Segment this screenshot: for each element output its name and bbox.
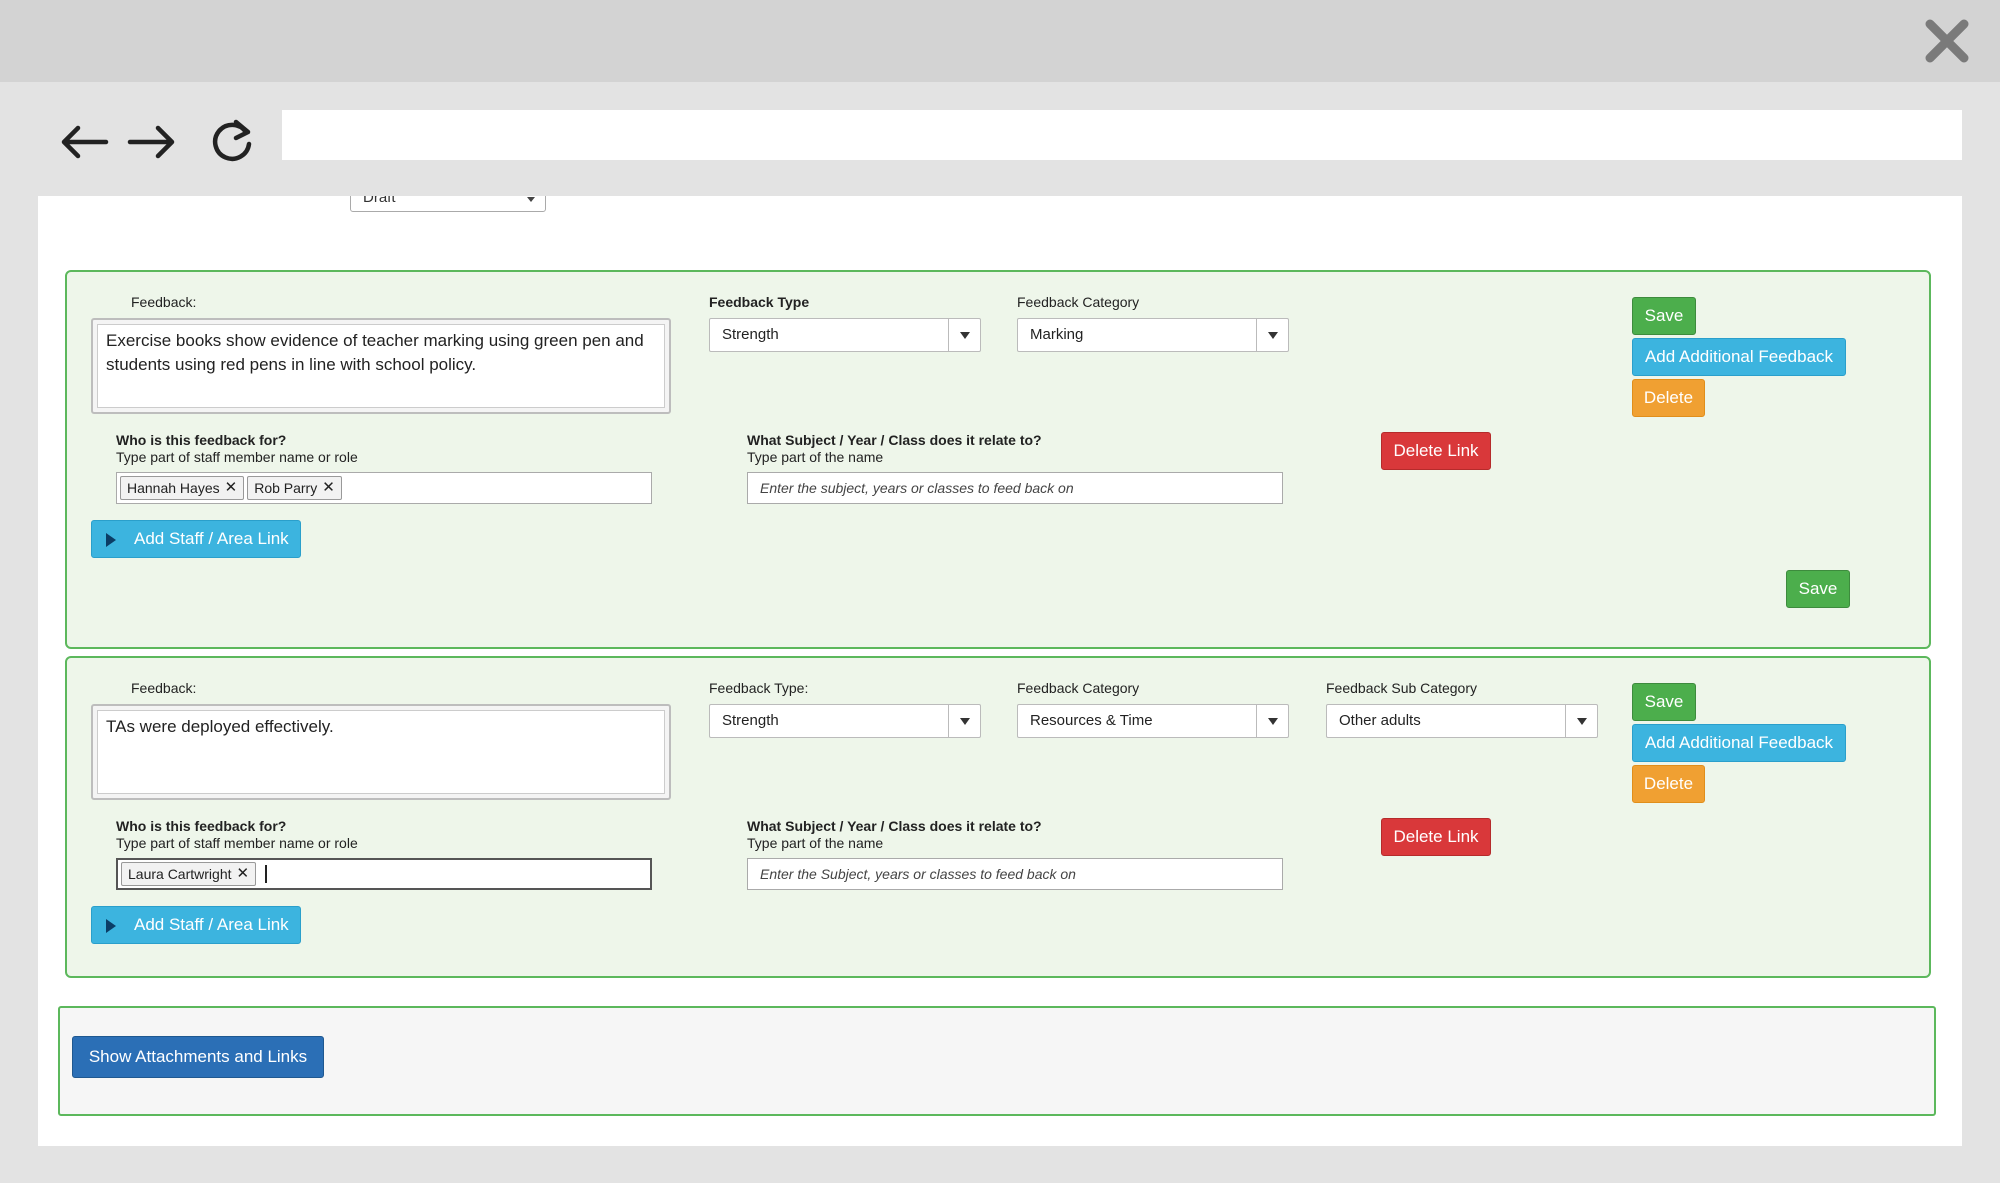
delete-button[interactable]: Delete — [1632, 379, 1705, 417]
subject-hint: Type part of the name — [747, 835, 884, 851]
subject-hint: Type part of the name — [747, 449, 884, 465]
subject-label: What Subject / Year / Class does it rela… — [747, 432, 1042, 448]
feedback-type-label: Feedback Type: — [709, 680, 809, 696]
feedback-type-select[interactable]: Strength — [709, 318, 981, 352]
add-staff-area-link-label: Add Staff / Area Link — [134, 529, 289, 548]
add-staff-area-link-button[interactable]: Add Staff / Area Link — [91, 906, 301, 944]
add-staff-area-link-button[interactable]: Add Staff / Area Link — [91, 520, 301, 558]
add-staff-area-link-label: Add Staff / Area Link — [134, 915, 289, 934]
text-cursor — [265, 865, 268, 883]
play-icon — [106, 533, 116, 547]
feedback-subcategory-value: Other adults — [1339, 712, 1421, 729]
chevron-down-icon[interactable] — [948, 319, 980, 351]
who-feedback-hint: Type part of staff member name or role — [116, 449, 358, 465]
staff-tag-label: Hannah Hayes — [127, 480, 220, 496]
close-icon[interactable] — [1924, 18, 1970, 64]
staff-tag-input[interactable]: Laura Cartwright ✕ — [116, 858, 652, 890]
remove-tag-icon[interactable]: ✕ — [225, 477, 238, 499]
feedback-subcategory-label: Feedback Sub Category — [1326, 680, 1477, 696]
feedback-type-value: Strength — [722, 326, 779, 343]
add-additional-feedback-button[interactable]: Add Additional Feedback — [1632, 724, 1846, 762]
play-icon — [106, 919, 116, 933]
feedback-type-value: Strength — [722, 712, 779, 729]
feedback-label: Feedback: — [131, 294, 197, 310]
subject-input[interactable] — [747, 472, 1283, 504]
show-attachments-button[interactable]: Show Attachments and Links — [72, 1036, 324, 1078]
delete-button[interactable]: Delete — [1632, 765, 1705, 803]
browser-toolbar — [0, 82, 2000, 196]
save-button-bottom[interactable]: Save — [1786, 570, 1850, 608]
feedback-category-select[interactable]: Marking — [1017, 318, 1289, 352]
feedback-textarea[interactable]: TAs were deployed effectively. — [97, 710, 665, 794]
add-additional-feedback-button[interactable]: Add Additional Feedback — [1632, 338, 1846, 376]
feedback-type-label: Feedback Type — [709, 294, 810, 310]
feedback-textarea-frame: Exercise books show evidence of teacher … — [91, 318, 671, 414]
chevron-down-icon[interactable] — [948, 705, 980, 737]
feedback-panel: Feedback: TAs were deployed effectively.… — [65, 656, 1931, 978]
save-button[interactable]: Save — [1632, 297, 1696, 335]
window-titlebar — [0, 0, 2000, 82]
feedback-label: Feedback: — [131, 680, 197, 696]
attachments-panel: Show Attachments and Links — [58, 1006, 1936, 1116]
staff-tag-label: Rob Parry — [254, 480, 318, 496]
status-select-value: Draft — [363, 196, 396, 206]
who-feedback-hint: Type part of staff member name or role — [116, 835, 358, 851]
chevron-down-icon[interactable] — [1565, 705, 1597, 737]
remove-tag-icon[interactable]: ✕ — [322, 477, 335, 499]
status-select[interactable]: Draft — [350, 196, 546, 212]
reload-icon[interactable] — [206, 116, 258, 168]
address-bar[interactable] — [282, 110, 1962, 160]
arrow-right-icon[interactable] — [126, 116, 178, 168]
staff-tag: Hannah Hayes ✕ — [120, 476, 245, 500]
feedback-category-select[interactable]: Resources & Time — [1017, 704, 1289, 738]
remove-tag-icon[interactable]: ✕ — [237, 863, 250, 885]
who-feedback-label: Who is this feedback for? — [116, 432, 287, 448]
chevron-down-icon — [527, 197, 535, 202]
feedback-panel: Feedback: Exercise books show evidence o… — [65, 270, 1931, 649]
staff-tag-label: Laura Cartwright — [128, 866, 232, 882]
who-feedback-label: Who is this feedback for? — [116, 818, 287, 834]
subject-input[interactable] — [747, 858, 1283, 890]
feedback-category-label: Feedback Category — [1017, 294, 1140, 310]
feedback-type-select[interactable]: Strength — [709, 704, 981, 738]
staff-tag: Rob Parry ✕ — [247, 476, 342, 500]
feedback-textarea-frame: TAs were deployed effectively. — [91, 704, 671, 800]
feedback-category-label: Feedback Category — [1017, 680, 1140, 696]
page-content: Draft Feedback: Exercise books show evid… — [38, 196, 1962, 1146]
save-button[interactable]: Save — [1632, 683, 1696, 721]
chevron-down-icon[interactable] — [1256, 319, 1288, 351]
feedback-subcategory-select[interactable]: Other adults — [1326, 704, 1598, 738]
arrow-left-icon[interactable] — [58, 116, 110, 168]
staff-tag: Laura Cartwright ✕ — [121, 862, 257, 886]
delete-link-button[interactable]: Delete Link — [1381, 432, 1491, 470]
chevron-down-icon[interactable] — [1256, 705, 1288, 737]
staff-tag-input[interactable]: Hannah Hayes ✕ Rob Parry ✕ — [116, 472, 652, 504]
delete-link-button[interactable]: Delete Link — [1381, 818, 1491, 856]
subject-label: What Subject / Year / Class does it rela… — [747, 818, 1042, 834]
feedback-category-value: Resources & Time — [1030, 712, 1153, 729]
feedback-textarea[interactable]: Exercise books show evidence of teacher … — [97, 324, 665, 408]
feedback-category-value: Marking — [1030, 326, 1084, 343]
